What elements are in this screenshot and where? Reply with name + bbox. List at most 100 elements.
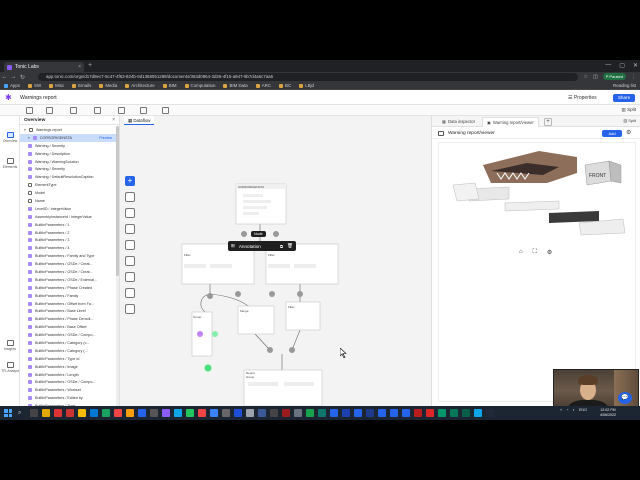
app-icon[interactable]: [138, 409, 146, 417]
forward-icon[interactable]: →: [9, 74, 18, 80]
network-icon[interactable]: ◔: [566, 408, 568, 412]
app-icon[interactable]: [294, 409, 302, 417]
list-item[interactable]: BuiltInParameters / Base Offset: [20, 323, 116, 331]
list-item[interactable]: Warning / WarningSolution: [20, 158, 116, 166]
app-icon[interactable]: [462, 409, 470, 417]
app-icon[interactable]: [414, 409, 422, 417]
chrome-icon[interactable]: [78, 409, 86, 417]
windows-start-icon[interactable]: [4, 409, 12, 417]
expand-icon[interactable]: [118, 107, 125, 114]
list-item[interactable]: ElementType: [20, 181, 116, 189]
bookmark-item[interactable]: SW: [28, 83, 41, 88]
list-item[interactable]: BuiltInParameters / OSDe / Compo...: [20, 379, 116, 387]
app-icon[interactable]: [246, 409, 254, 417]
bookmark-item[interactable]: BC: [279, 83, 291, 88]
app-icon[interactable]: [438, 409, 446, 417]
app-icon[interactable]: [390, 409, 398, 417]
add-button[interactable]: Add: [602, 130, 622, 137]
tab-data-inspector[interactable]: ▦ Data inspector: [438, 117, 479, 127]
properties-button[interactable]: ☰ Properties: [568, 95, 597, 101]
overview-scrollbar[interactable]: [116, 126, 119, 406]
close-tab-icon[interactable]: ×: [78, 64, 81, 70]
list-item[interactable]: BuiltInParameters / Offset from Fa...: [20, 300, 116, 308]
app-icon[interactable]: [126, 409, 134, 417]
app-icon[interactable]: [258, 409, 266, 417]
browser-tab[interactable]: Tonic Labs ×: [4, 62, 84, 72]
delete-icon[interactable]: 🗑: [287, 243, 293, 249]
list-item[interactable]: Warning / Severity: [20, 142, 116, 150]
app-icon[interactable]: [354, 409, 362, 417]
app-icon[interactable]: [378, 409, 386, 417]
app-icon[interactable]: [174, 409, 182, 417]
list-item[interactable]: Model: [20, 189, 116, 197]
list-item[interactable]: LevelID / IntegerValue: [20, 205, 116, 213]
app-icon[interactable]: [114, 409, 122, 417]
share-button[interactable]: Share: [613, 94, 635, 102]
3d-viewer[interactable]: FRONT ⌂ ⛶ ⚙: [438, 142, 639, 417]
bookmark-item[interactable]: Media: [99, 83, 117, 88]
language-indicator[interactable]: ENG: [579, 408, 587, 412]
app-icon[interactable]: [450, 409, 458, 417]
app-icon[interactable]: [66, 409, 74, 417]
list-item[interactable]: Name: [20, 197, 116, 205]
copy-icon[interactable]: ⧉: [280, 244, 283, 249]
undo-icon[interactable]: [26, 107, 33, 114]
dataflow-canvas[interactable]: ▦ Dataflow CORSORIGENSTA Filter Filter G…: [120, 116, 432, 406]
app-icon[interactable]: [234, 409, 242, 417]
url-field[interactable]: app.tonic.com/orgs/d17d8ec7-5c47-4f63-82…: [38, 73, 578, 81]
list-item[interactable]: BuiltInParameters / Image: [20, 363, 116, 371]
settings-icon[interactable]: ⚙: [547, 249, 552, 256]
list-item[interactable]: BuiltInParameters / 2: [20, 229, 116, 237]
preview-badge[interactable]: Preview: [99, 136, 112, 140]
redo-icon[interactable]: [46, 107, 53, 114]
app-icon[interactable]: [90, 409, 98, 417]
app-icon[interactable]: [342, 409, 350, 417]
bookmark-item[interactable]: Misc: [49, 83, 64, 88]
app-icon[interactable]: [222, 409, 230, 417]
maximize-icon[interactable]: ▢: [619, 62, 625, 69]
tool-icon[interactable]: [125, 224, 135, 234]
profile-button[interactable]: P Paused: [602, 73, 626, 80]
search-icon[interactable]: ⌕: [18, 409, 21, 417]
add-node-button[interactable]: +: [125, 176, 135, 186]
app-icon[interactable]: [102, 409, 110, 417]
list-item[interactable]: Warning / Description: [20, 150, 116, 158]
list-item[interactable]: AssemblyInstanceId / IntegerValue: [20, 213, 116, 221]
app-icon[interactable]: [306, 409, 314, 417]
app-icon[interactable]: [474, 409, 482, 417]
split-button[interactable]: ▥ Split: [621, 107, 636, 113]
app-icon[interactable]: [198, 409, 206, 417]
close-window-icon[interactable]: ✕: [633, 62, 638, 69]
list-item[interactable]: BuiltInParameters / Type Id: [20, 355, 116, 363]
rail-elements[interactable]: Elements: [0, 158, 20, 169]
rail-overview[interactable]: Overview: [0, 132, 20, 143]
chat-icon[interactable]: 💬: [618, 392, 632, 404]
app-icon[interactable]: [54, 409, 62, 417]
list-item[interactable]: Warning / DefaultResolutionCaption: [20, 173, 116, 181]
table-icon[interactable]: [162, 107, 169, 114]
list-item[interactable]: BuiltInParameters / Phase Demoli...: [20, 315, 116, 323]
bookmark-item[interactable]: LBjd: [299, 83, 314, 88]
list-item[interactable]: BuiltInParameters / OSDe / Creat...: [20, 260, 116, 268]
list-item-root[interactable]: ▾ Warnings report: [20, 126, 116, 134]
rail-insights[interactable]: Insights: [0, 340, 20, 351]
document-title[interactable]: Warnings report: [20, 95, 57, 101]
back-icon[interactable]: ←: [0, 74, 9, 80]
menu-icon[interactable]: ⋮: [631, 74, 636, 80]
new-tab-button[interactable]: +: [88, 62, 92, 70]
bookmark-item[interactable]: ARC: [255, 83, 271, 88]
list-item[interactable]: BuiltInParameters / Length: [20, 371, 116, 379]
app-icon[interactable]: [426, 409, 434, 417]
app-icon[interactable]: [366, 409, 374, 417]
list-item[interactable]: BuiltInParameters / Category (...: [20, 347, 116, 355]
reload-icon[interactable]: ↻: [18, 74, 27, 81]
list-item-selected[interactable]: ▾ CORSORIGENSTA Preview: [20, 133, 116, 142]
list-item[interactable]: BuiltInParameters / OSDe / Compo...: [20, 331, 116, 339]
bookmark-item[interactable]: BIM: [162, 83, 177, 88]
tab-warning-viewer[interactable]: ▣ Warning report/viewer: [482, 117, 539, 127]
list-item[interactable]: BuiltInParameters / Phase Created: [20, 284, 116, 292]
app-icon[interactable]: [318, 409, 326, 417]
app-icon[interactable]: [186, 409, 194, 417]
app-icon[interactable]: [210, 409, 218, 417]
app-icon[interactable]: [486, 409, 494, 417]
